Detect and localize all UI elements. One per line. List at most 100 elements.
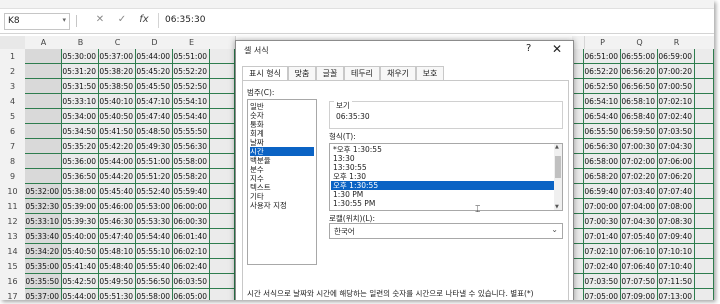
tab-alignment[interactable]: 맞춤	[288, 66, 316, 80]
col-p-cell[interactable]: 06:55:50	[584, 124, 621, 139]
row-header[interactable]: 17	[0, 289, 26, 300]
col-p-cell[interactable]: 06:52:20	[584, 64, 621, 79]
col-a-cell[interactable]: 05:37:00	[25, 289, 62, 300]
col-p-cell[interactable]: 06:59:40	[584, 184, 621, 199]
worksheet-cell[interactable]	[695, 169, 714, 184]
col-d-cell[interactable]: 05:51:20	[136, 169, 173, 184]
worksheet-cell[interactable]	[695, 229, 714, 244]
col-e-cell[interactable]: 06:05:00	[173, 289, 210, 300]
col-d-cell[interactable]: 05:47:10	[136, 94, 173, 109]
scrollbar-thumb[interactable]	[555, 156, 561, 178]
col-d-cell[interactable]: 05:56:50	[136, 274, 173, 289]
col-a-cell[interactable]: 05:33:10	[25, 214, 62, 229]
col-r-cell[interactable]: 07:09:40	[658, 229, 695, 244]
col-c-cell[interactable]: 05:45:40	[99, 184, 136, 199]
col-e-cell[interactable]: 06:00:00	[173, 199, 210, 214]
worksheet-cell[interactable]	[695, 109, 714, 124]
worksheet-cell[interactable]	[210, 49, 235, 64]
col-c-cell[interactable]: 05:48:40	[99, 259, 136, 274]
worksheet-cell[interactable]	[695, 79, 714, 94]
col-e-cell[interactable]: 05:52:20	[173, 64, 210, 79]
tab-font[interactable]: 글꼴	[316, 66, 344, 80]
col-r-cell[interactable]: 07:00:50	[658, 79, 695, 94]
col-r-cell[interactable]: 07:07:40	[658, 184, 695, 199]
locale-select[interactable]: 한국어 ⌄	[329, 223, 563, 239]
col-q-cell[interactable]: 07:04:00	[621, 199, 658, 214]
col-q-cell[interactable]: 07:05:40	[621, 229, 658, 244]
col-q-cell[interactable]: 07:07:50	[621, 274, 658, 289]
type-list-scrollbar[interactable]: ▲ ▼	[554, 144, 562, 210]
col-c-cell[interactable]: 05:46:30	[99, 214, 136, 229]
row-header[interactable]: 2	[0, 64, 26, 80]
col-d-cell[interactable]: 05:52:40	[136, 184, 173, 199]
col-r-cell[interactable]: 07:13:00	[658, 289, 695, 300]
col-b-cell[interactable]: 05:30:00	[62, 49, 99, 64]
col-c-cell[interactable]: 05:42:20	[99, 139, 136, 154]
column-header[interactable]	[210, 36, 236, 50]
col-d-cell[interactable]: 05:51:00	[136, 154, 173, 169]
col-p-cell[interactable]: 07:02:40	[584, 259, 621, 274]
row-header[interactable]: 12	[0, 214, 26, 230]
col-a-cell[interactable]: 05:34:20	[25, 244, 62, 259]
col-p-cell[interactable]: 07:05:00	[584, 289, 621, 300]
category-item[interactable]: 분수	[250, 165, 314, 174]
col-e-cell[interactable]: 05:54:40	[173, 109, 210, 124]
row-header[interactable]: 8	[0, 154, 26, 170]
worksheet-cell[interactable]	[695, 259, 714, 274]
category-item[interactable]: 통화	[250, 120, 314, 129]
col-a-cell[interactable]: 05:35:50	[25, 274, 62, 289]
help-icon[interactable]: ?	[526, 43, 531, 54]
row-header[interactable]: 7	[0, 139, 26, 155]
col-c-cell[interactable]: 05:48:10	[99, 244, 136, 259]
col-d-cell[interactable]: 05:53:00	[136, 199, 173, 214]
col-b-cell[interactable]: 05:40:50	[62, 244, 99, 259]
insert-function-icon[interactable]: fx	[138, 14, 150, 26]
category-item[interactable]: 기타	[250, 192, 314, 201]
worksheet-cell[interactable]	[695, 199, 714, 214]
col-d-cell[interactable]: 05:48:50	[136, 124, 173, 139]
worksheet-cell[interactable]	[695, 244, 714, 259]
formula-input[interactable]: 06:35:30	[158, 13, 711, 28]
cancel-icon[interactable]: ✕	[94, 14, 106, 26]
col-p-cell[interactable]: 07:02:10	[584, 244, 621, 259]
type-item[interactable]: 1:30 PM	[331, 190, 557, 199]
worksheet-cell[interactable]	[210, 289, 235, 300]
col-e-cell[interactable]: 06:03:50	[173, 274, 210, 289]
col-b-cell[interactable]: 05:36:00	[62, 154, 99, 169]
col-p-cell[interactable]: 07:03:50	[584, 274, 621, 289]
col-q-cell[interactable]: 06:56:50	[621, 79, 658, 94]
col-p-cell[interactable]: 06:58:20	[584, 169, 621, 184]
category-item-selected[interactable]: 시간	[250, 147, 314, 156]
worksheet-cell[interactable]	[695, 289, 714, 300]
chevron-down-icon[interactable]: ▾	[62, 16, 66, 24]
worksheet-cell[interactable]	[210, 79, 235, 94]
column-header[interactable]: Q	[621, 36, 659, 50]
category-item[interactable]: 회계	[250, 129, 314, 138]
col-p-cell[interactable]: 07:00:30	[584, 214, 621, 229]
type-list[interactable]: *오후 1:30:55 13:30 13:30:55 오후 1:30 오후 1:…	[329, 143, 563, 211]
worksheet-cell[interactable]	[210, 64, 235, 79]
col-d-cell[interactable]: 05:55:10	[136, 244, 173, 259]
type-item-selected[interactable]: 오후 1:30:55	[331, 181, 557, 190]
col-e-cell[interactable]: 05:55:50	[173, 124, 210, 139]
col-p-cell[interactable]: 06:54:40	[584, 109, 621, 124]
col-b-cell[interactable]: 05:39:00	[62, 199, 99, 214]
col-d-cell[interactable]: 05:54:40	[136, 229, 173, 244]
col-r-cell[interactable]: 07:06:20	[658, 169, 695, 184]
col-a-cell[interactable]: 05:33:40	[25, 229, 62, 244]
col-b-cell[interactable]: 05:34:50	[62, 124, 99, 139]
col-c-cell[interactable]: 05:40:50	[99, 109, 136, 124]
worksheet-cell[interactable]	[210, 244, 235, 259]
category-list[interactable]: 일반 숫자 통화 회계 날짜 시간 백분율 분수 지수 텍스트 기타 사용자 지…	[247, 99, 317, 265]
worksheet-cell[interactable]	[695, 274, 714, 289]
col-r-cell[interactable]: 07:06:00	[658, 154, 695, 169]
row-header[interactable]: 5	[0, 109, 26, 125]
worksheet-cell[interactable]	[210, 94, 235, 109]
type-item[interactable]: 13:30	[331, 154, 557, 163]
col-d-cell[interactable]: 05:58:00	[136, 289, 173, 300]
col-q-cell[interactable]: 07:06:40	[621, 259, 658, 274]
col-b-cell[interactable]: 05:36:50	[62, 169, 99, 184]
col-d-cell[interactable]: 05:55:40	[136, 259, 173, 274]
col-a-cell[interactable]	[25, 154, 62, 169]
worksheet-cell[interactable]	[210, 214, 235, 229]
